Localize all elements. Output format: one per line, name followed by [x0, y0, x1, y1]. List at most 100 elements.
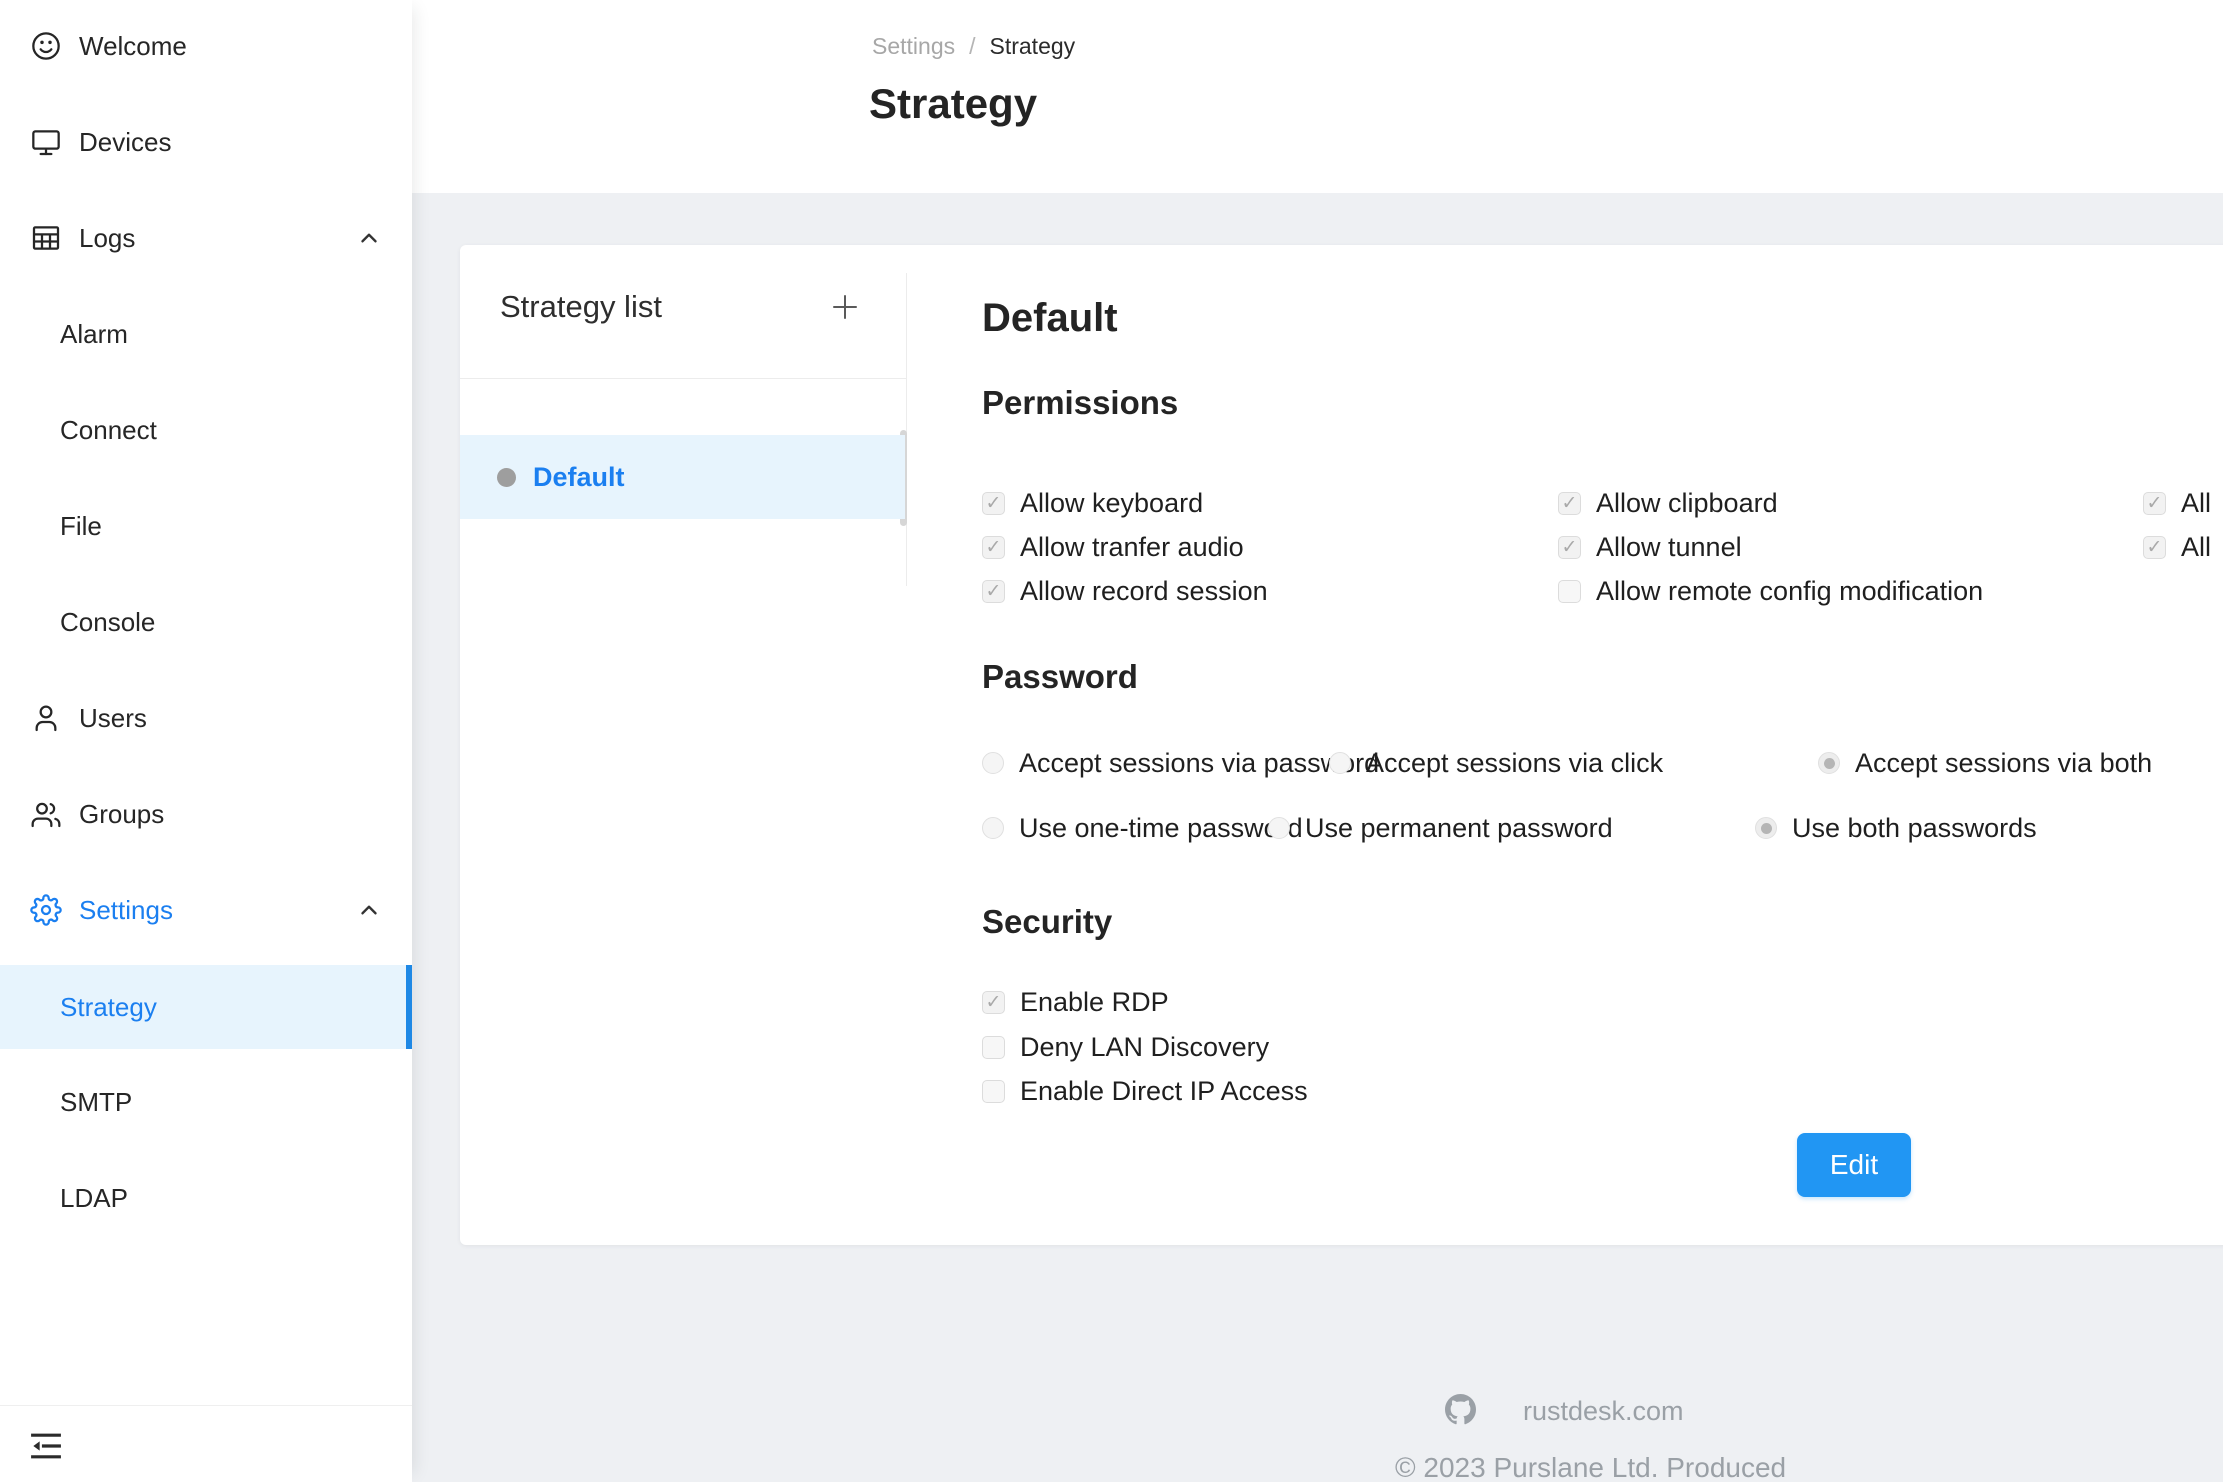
sidebar-item-users[interactable]: Users: [0, 690, 412, 746]
sidebar: Welcome Devices Logs Alarm Connect File: [0, 0, 412, 1482]
checkbox-label: Allow clipboard: [1596, 488, 1778, 519]
radio-one-time-password: Use one-time password: [982, 811, 1303, 845]
checkbox-label: Enable RDP: [1020, 987, 1169, 1018]
sidebar-item-logs[interactable]: Logs: [0, 210, 412, 266]
checkbox-icon: [982, 991, 1005, 1014]
checkbox-icon: [1558, 492, 1581, 515]
checkbox-label: Enable Direct IP Access: [1020, 1076, 1308, 1107]
sidebar-item-label: LDAP: [60, 1183, 128, 1214]
checkbox-label: Allow remote config modification: [1596, 576, 1983, 607]
sidebar-item-connect[interactable]: Connect: [0, 402, 412, 458]
monitor-icon: [30, 126, 62, 158]
radio-icon: [1268, 817, 1290, 839]
checkbox-allow-keyboard: Allow keyboard: [982, 486, 1203, 520]
edit-button[interactable]: Edit: [1797, 1133, 1911, 1197]
checkbox-allow-remote-config: Allow remote config modification: [1558, 574, 1983, 608]
github-icon[interactable]: [1445, 1394, 1476, 1425]
sidebar-item-label: Alarm: [60, 319, 128, 350]
sidebar-item-label: Users: [79, 703, 147, 734]
sidebar-item-label: Welcome: [79, 31, 187, 62]
checkbox-allow-transfer-audio: Allow tranfer audio: [982, 530, 1244, 564]
checkbox-icon: [2143, 492, 2166, 515]
checkbox-label: Deny LAN Discovery: [1020, 1032, 1269, 1063]
strategy-detail-title: Default: [982, 296, 1118, 341]
radio-icon: [1755, 817, 1777, 839]
radio-permanent-password: Use permanent password: [1268, 811, 1613, 845]
radio-icon: [1329, 752, 1351, 774]
rustdesk-site-link[interactable]: rustdesk.com: [1523, 1396, 1684, 1427]
sidebar-item-settings[interactable]: Settings: [0, 882, 412, 938]
checkbox-icon: [982, 1036, 1005, 1059]
sidebar-item-strategy[interactable]: Strategy: [0, 965, 412, 1049]
radio-label: Use one-time password: [1019, 813, 1303, 844]
radio-label: Use both passwords: [1792, 813, 2037, 844]
permissions-heading: Permissions: [982, 384, 1178, 422]
radio-label: Accept sessions via both: [1855, 748, 2152, 779]
sidebar-item-label: Connect: [60, 415, 157, 446]
gear-icon: [30, 894, 62, 926]
sidebar-item-label: Devices: [79, 127, 171, 158]
menu-fold-icon[interactable]: [26, 1426, 66, 1466]
radio-accept-via-password: Accept sessions via password: [982, 746, 1379, 780]
add-strategy-button[interactable]: [826, 288, 864, 326]
checkbox-deny-lan-discovery: Deny LAN Discovery: [982, 1030, 1269, 1064]
strategy-list-item-default[interactable]: Default: [460, 435, 905, 519]
sidebar-item-smtp[interactable]: SMTP: [0, 1074, 412, 1130]
checkbox-icon: [2143, 536, 2166, 559]
radio-label: Accept sessions via password: [1019, 748, 1379, 779]
checkbox-enable-rdp: Enable RDP: [982, 985, 1169, 1019]
sidebar-item-label: Console: [60, 607, 155, 638]
sidebar-item-label: Settings: [79, 895, 173, 926]
strategy-item-label: Default: [533, 462, 625, 493]
sidebar-item-devices[interactable]: Devices: [0, 114, 412, 170]
page-title: Strategy: [869, 80, 1037, 128]
chevron-up-icon: [356, 897, 382, 923]
radio-icon: [982, 752, 1004, 774]
radio-icon: [1818, 752, 1840, 774]
sidebar-item-label: Groups: [79, 799, 164, 830]
sidebar-item-ldap[interactable]: LDAP: [0, 1170, 412, 1226]
checkbox-label: Allow keyboard: [1020, 488, 1203, 519]
user-icon: [30, 702, 62, 734]
smiley-icon: [30, 30, 62, 62]
password-heading: Password: [982, 658, 1138, 696]
checkbox-label: Allow tranfer audio: [1020, 532, 1244, 563]
checkbox-icon: [1558, 580, 1581, 603]
checkbox-icon: [982, 536, 1005, 559]
table-icon: [30, 222, 62, 254]
radio-accept-via-both: Accept sessions via both: [1818, 746, 2152, 780]
sidebar-item-label: Logs: [79, 223, 135, 254]
security-heading: Security: [982, 903, 1112, 941]
checkbox-allow-tunnel: Allow tunnel: [1558, 530, 1742, 564]
sidebar-item-groups[interactable]: Groups: [0, 786, 412, 842]
radio-label: Accept sessions via click: [1366, 748, 1663, 779]
strategy-list-title: Strategy list: [500, 289, 662, 325]
sidebar-item-console[interactable]: Console: [0, 594, 412, 650]
checkbox-truncated-2: All: [2143, 530, 2211, 564]
strategy-status-dot: [497, 468, 516, 487]
checkbox-label: All: [2181, 532, 2211, 563]
checkbox-label: All: [2181, 488, 2211, 519]
breadcrumb-current: Strategy: [990, 33, 1076, 60]
radio-icon: [982, 817, 1004, 839]
checkbox-icon: [982, 1080, 1005, 1103]
sidebar-item-label: SMTP: [60, 1087, 132, 1118]
sidebar-item-welcome[interactable]: Welcome: [0, 18, 412, 74]
radio-accept-via-click: Accept sessions via click: [1329, 746, 1663, 780]
sidebar-item-label: Strategy: [60, 992, 157, 1023]
list-header-divider: [460, 378, 907, 379]
sidebar-item-alarm[interactable]: Alarm: [0, 306, 412, 362]
checkbox-allow-record-session: Allow record session: [982, 574, 1268, 608]
strategy-settings-page: Welcome Devices Logs Alarm Connect File: [0, 0, 2223, 1482]
checkbox-truncated-1: All: [2143, 486, 2211, 520]
breadcrumb: Settings / Strategy: [872, 33, 1075, 60]
sidebar-item-file[interactable]: File: [0, 498, 412, 554]
breadcrumb-separator: /: [969, 33, 975, 60]
breadcrumb-settings-link[interactable]: Settings: [872, 33, 955, 60]
checkbox-enable-direct-ip: Enable Direct IP Access: [982, 1074, 1308, 1108]
checkbox-allow-clipboard: Allow clipboard: [1558, 486, 1778, 520]
sidebar-item-label: File: [60, 511, 102, 542]
users-icon: [30, 798, 62, 830]
page-header: Settings / Strategy Strategy: [412, 0, 2223, 193]
copyright-text: © 2023 Purslane Ltd. Produced: [1395, 1452, 1786, 1482]
